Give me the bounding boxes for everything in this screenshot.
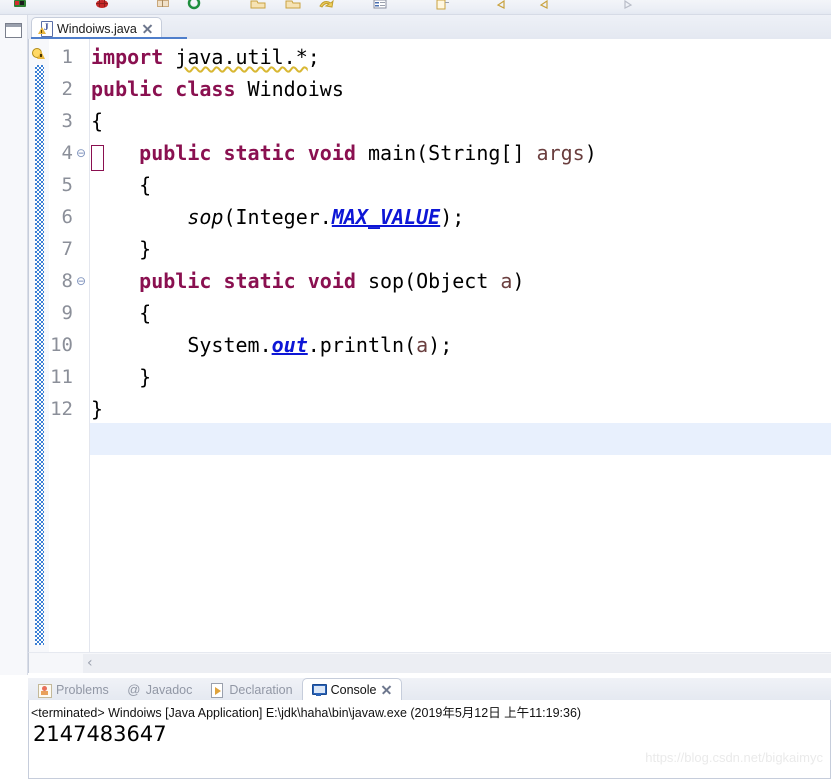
- console-tab-javadoc[interactable]: @ Javadoc: [118, 679, 202, 700]
- forward-icon[interactable]: [537, 0, 553, 13]
- line-number: 12: [50, 398, 73, 420]
- code-line[interactable]: {: [91, 297, 151, 329]
- next-annotation-icon[interactable]: [620, 0, 636, 13]
- console-icon: [311, 683, 327, 697]
- declaration-icon: [210, 682, 224, 698]
- scroll-left-icon[interactable]: ‹: [87, 656, 93, 670]
- line-number: 7: [61, 238, 73, 260]
- code-line[interactable]: }: [91, 233, 151, 265]
- console-tab-label: Declaration: [229, 682, 293, 697]
- new-element-icon[interactable]: [434, 0, 450, 13]
- code-line[interactable]: public static void main(String[] args): [91, 137, 597, 169]
- line-number: 9: [61, 302, 73, 324]
- left-view-bar[interactable]: [0, 15, 28, 675]
- console-panel[interactable]: <terminated> Windoiws [Java Application]…: [28, 700, 831, 779]
- watermark: https://blog.csdn.net/bigkaimyc: [645, 750, 823, 765]
- close-icon[interactable]: [381, 684, 392, 695]
- code-line[interactable]: {: [91, 105, 103, 137]
- console-tab-label: Console: [330, 682, 377, 697]
- close-icon[interactable]: [142, 23, 153, 34]
- console-tab-label: Problems: [56, 682, 109, 697]
- code-line[interactable]: System.out.println(a);: [91, 329, 452, 361]
- line-number: 4: [61, 142, 73, 164]
- line-number: 10: [50, 334, 73, 356]
- javadoc-icon: @: [127, 681, 141, 697]
- line-number: 1: [61, 46, 73, 68]
- editor-area: J Windoiws.java 1 2 3 4 ⊖ 5 6 7 8 ⊖ 9 10 11 12 import…: [28, 15, 831, 675]
- console-tab-problems[interactable]: Problems: [28, 679, 118, 700]
- console-tab-row: Problems @ Javadoc Declaration Console: [28, 678, 831, 700]
- line-number: 5: [61, 174, 73, 196]
- back-icon[interactable]: [494, 0, 510, 13]
- editor-horizontal-scrollbar[interactable]: ‹: [28, 652, 831, 673]
- run-icon[interactable]: [12, 0, 28, 13]
- fold-toggle-icon[interactable]: ⊖: [75, 137, 87, 169]
- code-line[interactable]: sop(Integer.MAX_VALUE);: [91, 201, 464, 233]
- line-number: 8: [61, 270, 73, 292]
- console-status-line: <terminated> Windoiws [Java Application]…: [31, 706, 582, 720]
- source-code[interactable]: import java.util.*; public class Windoiws…: [91, 39, 831, 652]
- code-line[interactable]: {: [91, 169, 151, 201]
- save-all-icon[interactable]: [318, 0, 334, 13]
- line-number: 6: [61, 206, 73, 228]
- code-editor[interactable]: 1 2 3 4 ⊖ 5 6 7 8 ⊖ 9 10 11 12 import java.util.*; pub…: [28, 39, 831, 652]
- line-number-gutter: 1 2 3 4 ⊖ 5 6 7 8 ⊖ 9 10 11 12: [49, 39, 90, 652]
- properties-icon[interactable]: [372, 0, 388, 13]
- main-toolbar[interactable]: [0, 0, 831, 15]
- debug-icon[interactable]: [94, 0, 110, 13]
- code-line[interactable]: public static void sop(Object a): [91, 265, 524, 297]
- console-tab-label: Javadoc: [145, 682, 193, 697]
- scrollbar-track[interactable]: [83, 654, 831, 673]
- editor-tab-row: J Windoiws.java: [28, 15, 831, 39]
- line-number: 3: [61, 110, 73, 132]
- console-tab-console[interactable]: Console: [301, 678, 403, 700]
- line-number: 11: [50, 366, 73, 388]
- code-line[interactable]: }: [91, 361, 151, 393]
- restore-view-icon[interactable]: [5, 23, 22, 38]
- fold-toggle-icon[interactable]: ⊖: [75, 265, 87, 297]
- code-line[interactable]: import java.util.*;: [91, 41, 320, 73]
- console-tab-declaration[interactable]: Declaration: [201, 679, 301, 700]
- code-line[interactable]: }: [91, 393, 103, 425]
- editor-tab-label: Windoiws.java: [57, 21, 137, 36]
- editor-tab-windoiws-java[interactable]: J Windoiws.java: [31, 17, 162, 39]
- line-number: 2: [61, 78, 73, 100]
- code-line[interactable]: public class Windoiws: [91, 73, 344, 105]
- open-type-icon[interactable]: [155, 0, 171, 13]
- java-file-icon: J: [38, 21, 53, 37]
- open-folder-icon[interactable]: [285, 0, 301, 13]
- new-folder-icon[interactable]: [250, 0, 266, 13]
- matching-brace-box: [91, 145, 104, 171]
- search-icon[interactable]: [186, 0, 202, 13]
- console-output: 2147483647: [33, 722, 167, 746]
- problems-icon: [37, 683, 52, 698]
